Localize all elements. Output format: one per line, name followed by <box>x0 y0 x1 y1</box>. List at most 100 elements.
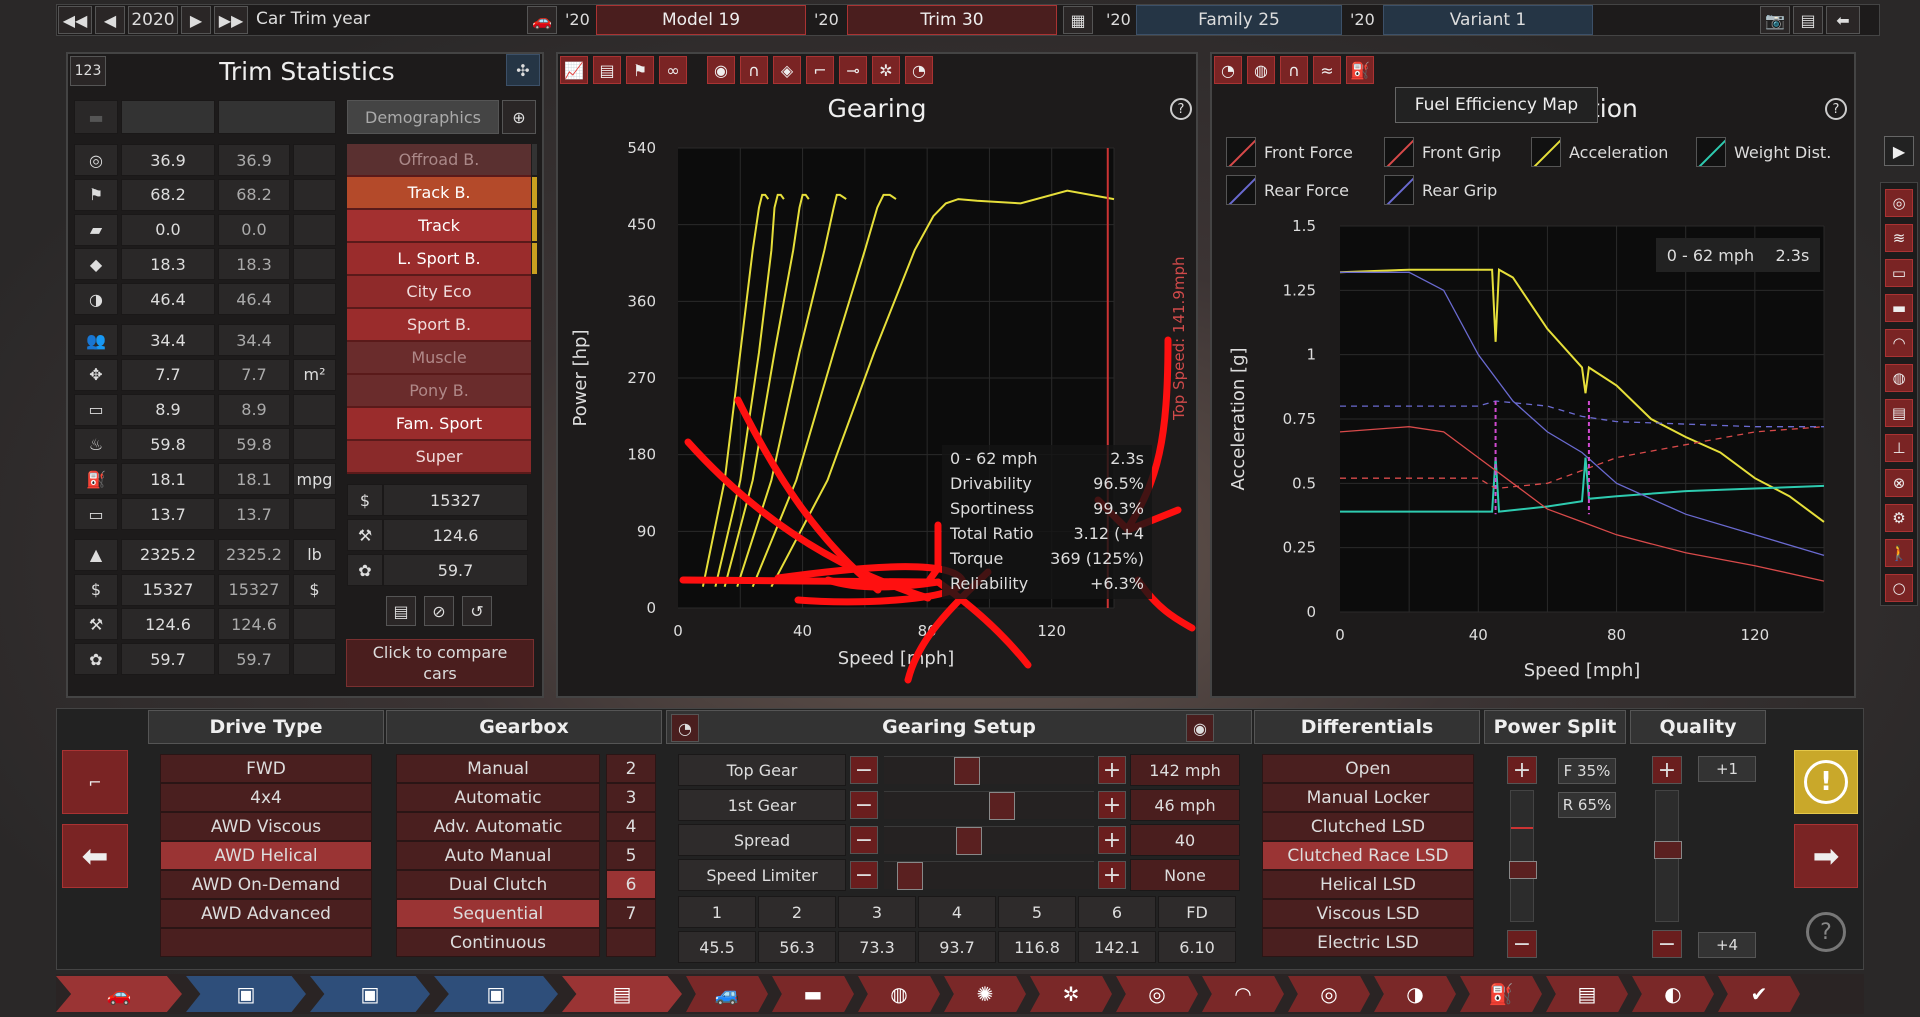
demographic-item[interactable]: City Eco <box>347 276 531 309</box>
speedometer-icon[interactable]: ◔ <box>1214 56 1242 84</box>
steering-icon[interactable]: ◎ <box>1288 976 1370 1012</box>
legend-item[interactable]: Front Force <box>1226 137 1353 167</box>
gearbox-option[interactable]: Sequential <box>396 899 600 928</box>
gearbox-option[interactable]: Manual <box>396 754 600 783</box>
gear-count-option[interactable]: 5 <box>606 841 656 870</box>
car-design-icon[interactable]: 🚗 <box>56 976 182 1012</box>
track-icon[interactable]: ∞ <box>659 56 687 84</box>
reset-icon[interactable]: ↺ <box>462 596 492 626</box>
quality-minus-button[interactable]: − <box>1652 930 1682 958</box>
aero-icon[interactable]: ◠ <box>1202 976 1284 1012</box>
drive-type-option[interactable]: AWD Advanced <box>160 899 372 928</box>
family-design-icon[interactable]: ▣ <box>186 976 306 1012</box>
back-arrow-icon[interactable]: ⬅ <box>62 824 128 888</box>
wheel-icon[interactable]: ◉ <box>707 56 735 84</box>
headlight-icon[interactable]: ◍ <box>1885 364 1913 392</box>
demographic-item[interactable]: Super <box>347 441 531 474</box>
wheel-icon[interactable]: ◎ <box>1885 189 1913 217</box>
gear-count-option[interactable]: 4 <box>606 812 656 841</box>
back-icon[interactable]: ⬅ <box>1826 6 1860 34</box>
demographic-item[interactable]: Track B. <box>347 177 537 210</box>
chart-icon[interactable]: 📈 <box>560 56 588 84</box>
gear-count-option[interactable]: 3 <box>606 783 656 812</box>
differential-option[interactable]: Clutched Race LSD <box>1262 841 1474 870</box>
increase-button[interactable]: + <box>1098 756 1126 784</box>
increase-button[interactable]: + <box>1098 861 1126 889</box>
brake-icon[interactable]: ✺ <box>944 976 1026 1012</box>
table-icon[interactable]: ▤ <box>593 56 621 84</box>
wave-icon[interactable]: ≈ <box>1313 56 1341 84</box>
gear-count-option[interactable]: 6 <box>606 870 656 899</box>
last-year-button[interactable]: ▶▶ <box>214 6 248 34</box>
gearing-slider-handle[interactable] <box>954 757 980 785</box>
headlight-icon[interactable]: ◍ <box>858 976 940 1012</box>
wheel-icon[interactable]: ◉ <box>1186 714 1214 742</box>
trim-design-icon[interactable]: ▤ <box>562 976 682 1012</box>
arch-icon[interactable]: ∩ <box>1280 56 1308 84</box>
demographics-tab[interactable]: Demographics <box>347 100 499 134</box>
handling-icon[interactable]: ◑ <box>1374 976 1456 1012</box>
drive-type-option[interactable]: AWD Viscous <box>160 812 372 841</box>
gearing-slider[interactable] <box>884 756 1094 785</box>
drive-type-option[interactable]: FWD <box>160 754 372 783</box>
model-selector[interactable]: Model 19 <box>596 5 806 35</box>
body-icon[interactable]: ▬ <box>1885 294 1913 322</box>
tire-icon[interactable]: ◎ <box>1116 976 1198 1012</box>
help-icon[interactable]: ? <box>1806 912 1846 952</box>
differential-option[interactable]: Electric LSD <box>1262 928 1474 957</box>
demographic-item[interactable]: Fam. Sport <box>347 408 531 441</box>
power-split-minus-button[interactable]: − <box>1507 930 1537 958</box>
wheel-icon[interactable]: ✲ <box>1030 976 1112 1012</box>
increase-button[interactable]: + <box>1098 826 1126 854</box>
demographic-item[interactable]: Muscle <box>347 342 531 375</box>
family-tree-icon[interactable]: ✣ <box>506 54 540 86</box>
globe-icon[interactable]: ⊕ <box>502 100 536 134</box>
gearbox-option[interactable]: Dual Clutch <box>396 870 600 899</box>
drive-type-option[interactable]: 4x4 <box>160 783 372 812</box>
quality-handle[interactable] <box>1654 841 1682 859</box>
fuel-icon[interactable]: ⛽ <box>1346 56 1374 84</box>
legend-item[interactable]: Front Grip <box>1384 137 1501 167</box>
demographic-item[interactable]: L. Sport B. <box>347 243 537 276</box>
safety-icon[interactable]: ⊗ <box>1885 469 1913 497</box>
gearing-slider[interactable] <box>884 861 1094 890</box>
chassis-icon[interactable]: ▭ <box>1885 259 1913 287</box>
chassis-icon[interactable]: 🚙 <box>686 976 768 1012</box>
prev-year-button[interactable]: ◀ <box>95 6 125 34</box>
power-split-slider[interactable] <box>1509 790 1537 922</box>
gearing-slider-handle[interactable] <box>989 792 1015 820</box>
gearing-slider-handle[interactable] <box>897 862 923 890</box>
differential-option[interactable]: Clutched LSD <box>1262 812 1474 841</box>
differential-option[interactable]: Open <box>1262 754 1474 783</box>
gauge-icon[interactable]: ◔ <box>905 56 933 84</box>
settings-icon[interactable]: ⚙ <box>1885 504 1913 532</box>
fuel-icon[interactable]: ⛽ <box>1460 976 1542 1012</box>
trim-selector[interactable]: Trim 30 <box>847 5 1057 35</box>
legend-item[interactable]: Rear Force <box>1226 175 1349 205</box>
quality-slider[interactable] <box>1654 790 1682 922</box>
test-track-icon[interactable]: ◐ <box>1632 976 1714 1012</box>
first-year-button[interactable]: ◀◀ <box>58 6 92 34</box>
warning-button[interactable]: ! <box>1794 750 1858 814</box>
gearing-setup-value[interactable]: 142 mph <box>1130 754 1240 786</box>
exhaust-icon[interactable]: ⊸ <box>839 56 867 84</box>
quality-plus-button[interactable]: + <box>1652 756 1682 784</box>
help-icon[interactable]: ? <box>1170 98 1192 120</box>
power-split-handle[interactable] <box>1509 861 1537 879</box>
clear-icon[interactable]: ⊘ <box>424 596 454 626</box>
gearing-setup-value[interactable]: None <box>1130 859 1240 891</box>
drive-type-option[interactable]: AWD On-Demand <box>160 870 372 899</box>
gauge-icon[interactable]: ◔ <box>671 714 699 742</box>
variant-design-icon[interactable]: ▣ <box>434 976 558 1012</box>
flag-icon[interactable]: ⚑ <box>626 56 654 84</box>
report-icon[interactable]: ▤ <box>386 596 416 626</box>
power-split-plus-button[interactable]: + <box>1507 756 1537 784</box>
shield-icon[interactable]: ◈ <box>773 56 801 84</box>
demographic-item[interactable]: Offroad B. <box>347 144 537 177</box>
fixture-icon[interactable]: ⊥ <box>1885 434 1913 462</box>
gearing-slider[interactable] <box>884 826 1094 855</box>
test-driver-icon[interactable]: 🚶 <box>1885 539 1913 567</box>
arch-icon[interactable]: ∩ <box>740 56 768 84</box>
gearing-slider[interactable] <box>884 791 1094 820</box>
legend-item[interactable]: Acceleration <box>1531 137 1668 167</box>
